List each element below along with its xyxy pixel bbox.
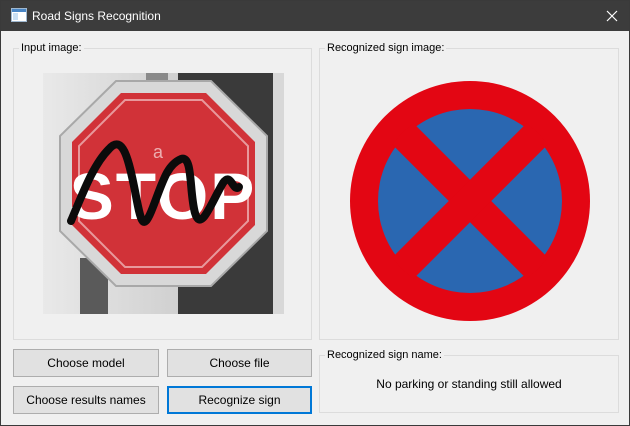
recognized-name-group: Recognized sign name: No parking or stan…: [319, 348, 619, 413]
choose-results-names-button[interactable]: Choose results names: [13, 386, 159, 414]
choose-model-button[interactable]: Choose model: [13, 349, 159, 377]
recognized-name-label: Recognized sign name:: [325, 348, 444, 362]
input-image-group: Input image: STOP a: [13, 41, 312, 340]
recognized-sign-name: No parking or standing still allowed: [376, 377, 562, 391]
window-title: Road Signs Recognition: [32, 9, 161, 23]
choose-file-button[interactable]: Choose file: [167, 349, 312, 377]
watermark-text: a: [153, 142, 164, 162]
recognized-image-group: Recognized sign image:: [319, 41, 619, 340]
title-bar[interactable]: Road Signs Recognition: [1, 1, 629, 31]
recognized-image-label: Recognized sign image:: [325, 41, 447, 55]
input-image-label: Input image:: [19, 41, 84, 55]
recognize-sign-button[interactable]: Recognize sign: [167, 386, 312, 414]
close-icon: [606, 10, 618, 22]
app-window-icon: [11, 8, 27, 22]
main-window: Road Signs Recognition Input image: STOP…: [0, 0, 630, 426]
input-image: STOP a: [43, 73, 284, 314]
close-button[interactable]: [595, 1, 629, 31]
recognized-sign-image: [350, 81, 590, 321]
